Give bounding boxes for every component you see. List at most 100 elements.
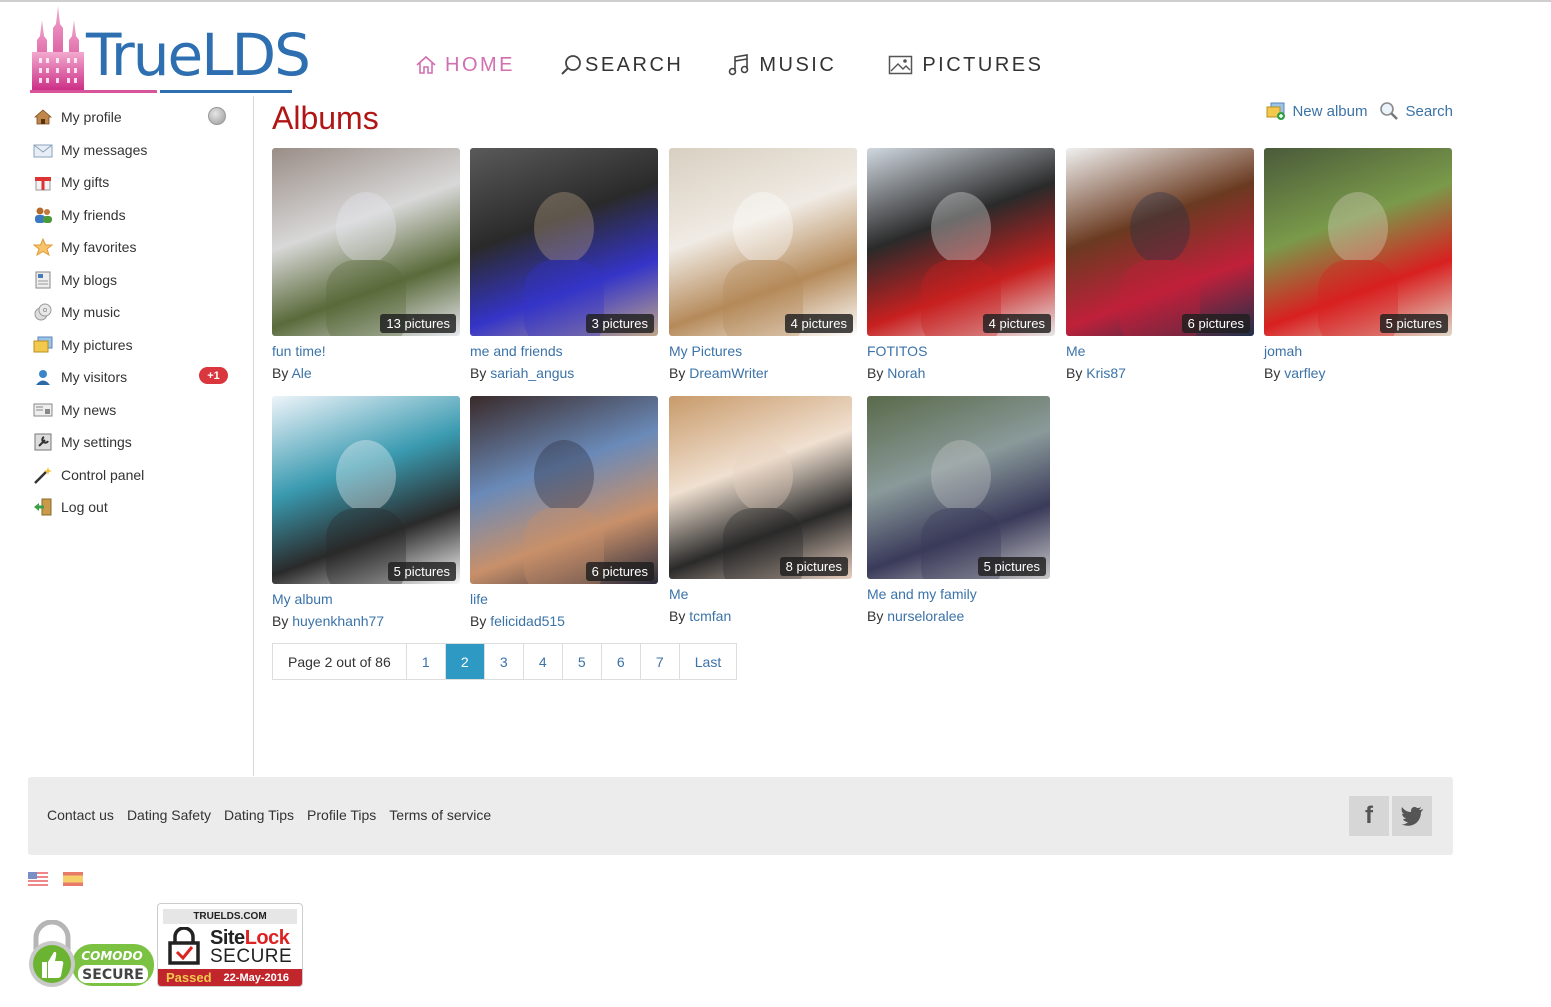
page-link-2-current[interactable]: 2 <box>444 644 484 679</box>
album-author-link[interactable]: nurseloralee <box>887 608 964 624</box>
page-link-3[interactable]: 3 <box>483 644 523 679</box>
page-link-7[interactable]: 7 <box>639 644 679 679</box>
by-prefix: By <box>669 608 686 624</box>
album-thumbnail[interactable]: 5 pictures <box>867 396 1050 579</box>
album-author-link[interactable]: Ale <box>291 365 311 381</box>
temple-logo-icon <box>32 6 84 90</box>
footer-link-dating-safety[interactable]: Dating Safety <box>127 807 211 823</box>
album-thumbnail[interactable]: 4 pictures <box>669 148 857 336</box>
facebook-button[interactable]: f <box>1349 796 1389 836</box>
album-author-link[interactable]: sariah_angus <box>490 365 574 381</box>
page-link-last[interactable]: Last <box>678 644 736 679</box>
spain-flag-icon <box>63 872 83 886</box>
album-thumbnail[interactable]: 6 pictures <box>470 396 658 584</box>
page-link-4[interactable]: 4 <box>522 644 562 679</box>
sidebar-item-my-friends[interactable]: My friends <box>33 204 233 226</box>
new-album-label: New album <box>1292 102 1368 120</box>
album-author-link[interactable]: huyenkhanh77 <box>292 613 384 629</box>
blog-icon <box>33 271 53 289</box>
sidebar-item-label: Control panel <box>61 467 145 483</box>
album-author-link[interactable]: DreamWriter <box>689 365 768 381</box>
sidebar-item-my-favorites[interactable]: My favorites <box>33 236 233 258</box>
magic-wand-icon <box>33 466 53 484</box>
sidebar-item-label: My news <box>61 402 117 418</box>
album-title-link[interactable]: me and friends <box>470 343 658 359</box>
by-prefix: By <box>1264 365 1281 381</box>
album-author: By nurseloralee <box>867 608 1055 624</box>
comodo-line1: COMODO <box>81 949 142 963</box>
search-albums-button[interactable]: Search <box>1379 101 1453 121</box>
sidebar-item-my-music[interactable]: My music <box>33 301 233 323</box>
album-card: 8 pictures Me By tcmfan <box>669 396 857 624</box>
nav-music-label: MUSIC <box>759 53 837 76</box>
album-title-link[interactable]: Me <box>1066 343 1254 359</box>
nav-search[interactable]: SEARCH <box>559 53 683 77</box>
footer-link-terms[interactable]: Terms of service <box>389 807 491 823</box>
album-photo <box>1120 192 1200 336</box>
visitor-icon <box>33 368 53 386</box>
album-title-link[interactable]: FOTITOS <box>867 343 1055 359</box>
sidebar-item-log-out[interactable]: Log out <box>33 496 233 518</box>
sidebar-item-control-panel[interactable]: Control panel <box>33 464 233 486</box>
album-author: By Norah <box>867 365 1055 381</box>
sitelock-secure-badge[interactable]: TRUELDS.COM SiteLock SECURE Passed 22-Ma… <box>157 903 303 987</box>
sidebar-item-my-settings[interactable]: My settings <box>33 431 233 453</box>
sidebar-item-my-pictures[interactable]: My pictures <box>33 334 233 356</box>
site-logo[interactable]: TrueLDS <box>30 6 311 93</box>
album-card: 6 pictures Me By Kris87 <box>1066 148 1254 381</box>
sidebar-item-label: My pictures <box>61 337 133 353</box>
album-author: By huyenkhanh77 <box>272 613 460 629</box>
album-thumbnail[interactable]: 13 pictures <box>272 148 460 336</box>
album-author-link[interactable]: tcmfan <box>689 608 731 624</box>
album-author-link[interactable]: felicidad515 <box>490 613 565 629</box>
language-spanish-flag[interactable] <box>63 872 83 886</box>
album-thumbnail[interactable]: 5 pictures <box>272 396 460 584</box>
nav-music[interactable]: MUSIC <box>727 53 836 77</box>
sidebar-item-my-gifts[interactable]: My gifts <box>33 171 233 193</box>
album-title-link[interactable]: Me <box>669 586 857 602</box>
album-thumbnail[interactable]: 6 pictures <box>1066 148 1254 336</box>
twitter-button[interactable] <box>1392 796 1432 836</box>
globe-icon[interactable] <box>208 107 226 125</box>
album-author-link[interactable]: Norah <box>887 365 925 381</box>
album-title-link[interactable]: Me and my family <box>867 586 1055 602</box>
nav-home[interactable]: HOME <box>415 54 515 77</box>
page-title: Albums <box>272 100 379 136</box>
nav-pictures[interactable]: PICTURES <box>888 54 1043 77</box>
album-thumbnail[interactable]: 3 pictures <box>470 148 658 336</box>
footer-link-profile-tips[interactable]: Profile Tips <box>307 807 376 823</box>
album-title-link[interactable]: My Pictures <box>669 343 857 359</box>
footer-links: Contact us Dating Safety Dating Tips Pro… <box>47 807 504 823</box>
album-author-link[interactable]: Kris87 <box>1086 365 1126 381</box>
album-thumbnail[interactable]: 4 pictures <box>867 148 1055 336</box>
album-picture-count: 5 pictures <box>1379 314 1448 333</box>
page-link-1[interactable]: 1 <box>405 644 445 679</box>
sitelock-domain: TRUELDS.COM <box>163 909 297 924</box>
album-picture-count: 6 pictures <box>1181 314 1250 333</box>
album-thumbnail[interactable]: 5 pictures <box>1264 148 1452 336</box>
footer-link-contact-us[interactable]: Contact us <box>47 807 114 823</box>
pagination: Page 2 out of 86 1 2 3 4 5 6 7 Last <box>272 643 738 680</box>
sidebar-item-my-blogs[interactable]: My blogs <box>33 269 233 291</box>
album-thumbnail[interactable]: 8 pictures <box>669 396 852 579</box>
logo-wordmark: TrueLDS <box>86 21 311 89</box>
album-author-link[interactable]: varfley <box>1284 365 1325 381</box>
page-link-6[interactable]: 6 <box>600 644 640 679</box>
album-title-link[interactable]: My album <box>272 591 460 607</box>
album-author: By varfley <box>1264 365 1452 381</box>
page-link-5[interactable]: 5 <box>561 644 601 679</box>
album-card: 5 pictures jomah By varfley <box>1264 148 1452 381</box>
language-english-flag[interactable] <box>28 872 48 886</box>
album-title-link[interactable]: life <box>470 591 658 607</box>
sidebar-item-my-messages[interactable]: My messages <box>33 139 233 161</box>
album-title-link[interactable]: jomah <box>1264 343 1452 359</box>
album-title-link[interactable]: fun time! <box>272 343 460 359</box>
sidebar-item-my-profile[interactable]: My profile <box>33 106 233 128</box>
sidebar-item-my-news[interactable]: My news <box>33 399 233 421</box>
comodo-secure-badge[interactable]: COMODO SECURE <box>28 919 154 990</box>
nav-search-label: SEARCH <box>585 53 684 76</box>
comodo-padlock-icon: COMODO SECURE <box>29 919 154 987</box>
us-flag-icon <box>28 872 48 886</box>
footer-link-dating-tips[interactable]: Dating Tips <box>224 807 294 823</box>
new-album-button[interactable]: New album <box>1266 102 1367 120</box>
